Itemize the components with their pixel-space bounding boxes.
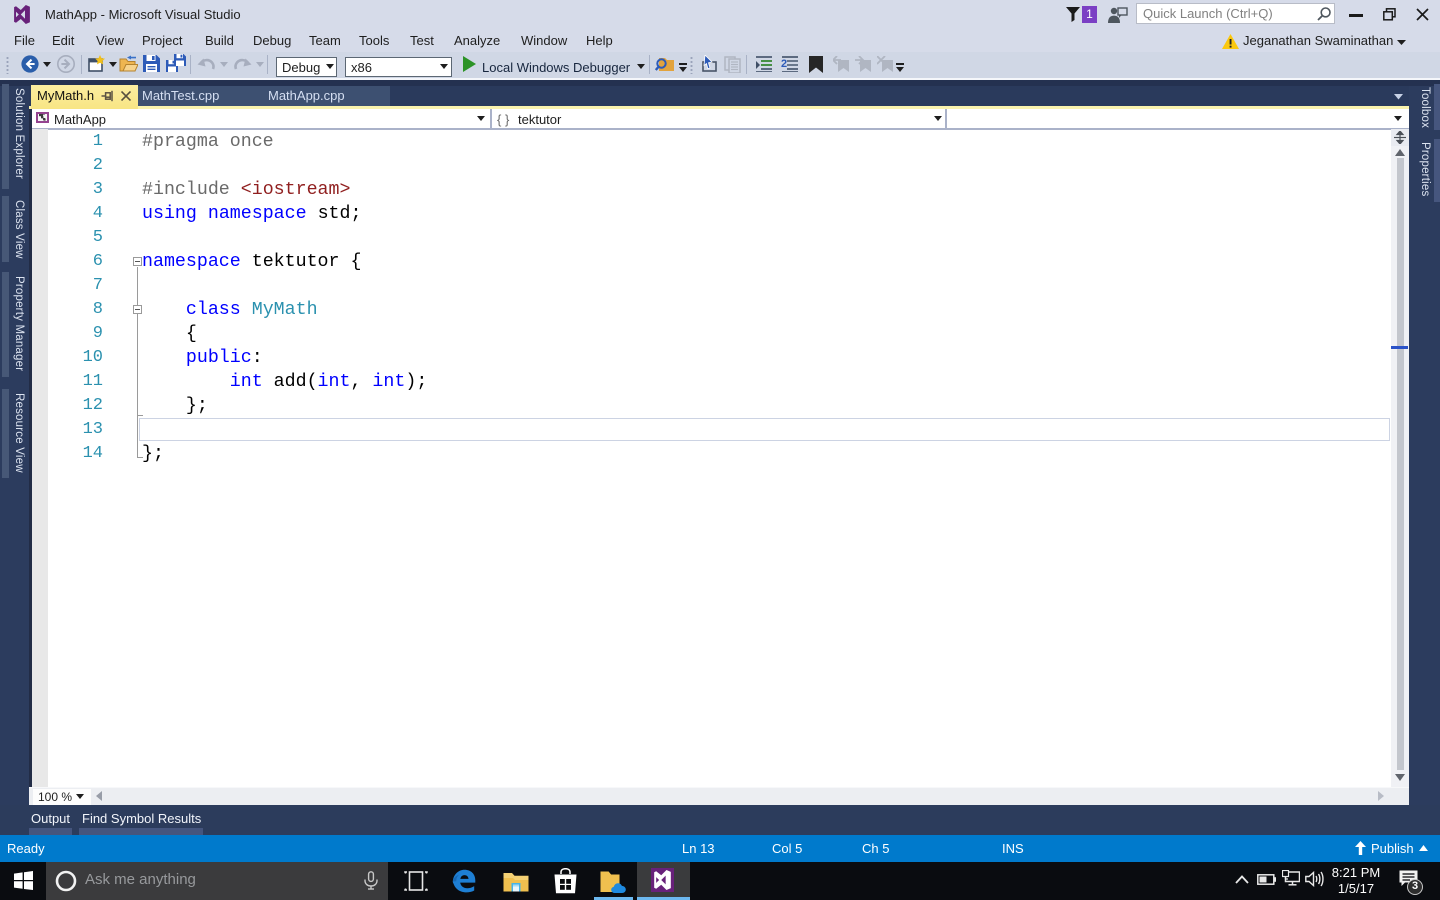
svg-text:2: 2 — [781, 58, 787, 70]
